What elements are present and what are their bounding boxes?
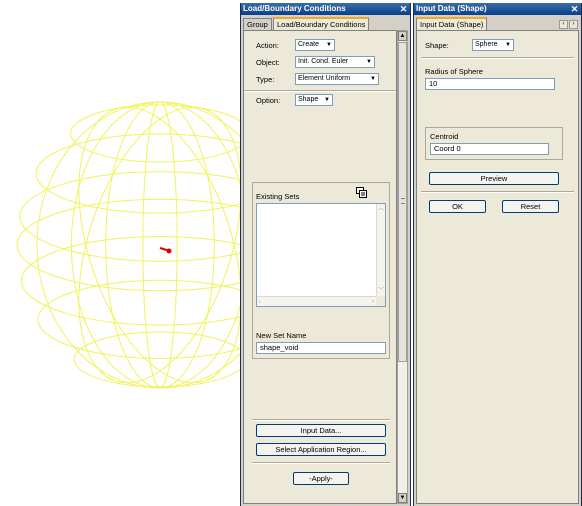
reset-button[interactable]: Reset (502, 200, 559, 213)
centroid-label: Centroid (430, 132, 459, 141)
shape-label: Shape: (425, 41, 449, 50)
chevron-down-icon: ▼ (370, 76, 376, 82)
lbc-titlebar: Load/Boundary Conditions ✕ (241, 3, 410, 15)
object-select[interactable]: Init. Cond. Euler ▼ (295, 56, 375, 68)
chevron-down-icon: ▼ (366, 59, 372, 65)
preview-button[interactable]: Preview (429, 172, 559, 185)
type-select[interactable]: Element Uniform ▼ (295, 73, 379, 85)
scroll-left-icon[interactable]: ‹ (259, 298, 261, 306)
chevron-down-icon: ▼ (324, 97, 330, 103)
filter-icon[interactable] (356, 187, 367, 198)
tab-input-data-shape[interactable]: Input Data (Shape) (416, 17, 488, 30)
scroll-thumb[interactable] (398, 42, 407, 362)
wireframe-line (35, 133, 240, 214)
list-horizontal-scrollbar[interactable]: ‹ › (257, 296, 376, 306)
chevron-down-icon: ▼ (326, 42, 332, 48)
close-icon[interactable]: ✕ (570, 3, 579, 15)
input-data-shape-panel: Input Data (Shape) ✕ Input Data (Shape) … (413, 3, 582, 506)
type-label: Type: (256, 75, 275, 84)
action-label: Action: (256, 41, 279, 50)
shape-title: Input Data (Shape) (416, 4, 487, 13)
list-vertical-scrollbar[interactable]: ︿ ﹀ (376, 204, 385, 296)
action-value: Create (298, 41, 320, 48)
shape-titlebar: Input Data (Shape) ✕ (414, 3, 581, 15)
lbc-scrollbar[interactable]: ▲ ▼ (397, 30, 408, 504)
lbc-tabbar: Group Load/Boundary Conditions (243, 17, 408, 30)
shape-tabbar: Input Data (Shape) (416, 17, 579, 30)
divider (421, 57, 574, 59)
scroll-up-icon[interactable]: ︿ (378, 205, 384, 213)
shape-select[interactable]: Sphere ▼ (472, 39, 514, 51)
scroll-down-icon[interactable]: ﹀ (378, 287, 384, 295)
wireframe-line (19, 171, 240, 262)
scroll-corner (376, 296, 385, 306)
chevron-down-icon: ▼ (505, 42, 511, 48)
existing-sets-list[interactable]: ︿ ﹀ ‹ › (256, 203, 386, 307)
centroid-field[interactable]: Coord 0 (430, 143, 549, 155)
wireframe-line (142, 101, 178, 389)
shape-value: Sphere (475, 41, 498, 48)
wireframe-line (21, 235, 240, 326)
object-value: Init. Cond. Euler (298, 58, 349, 65)
ok-button[interactable]: OK (429, 200, 486, 213)
wireframe-line (73, 331, 240, 388)
tab-group[interactable]: Group (243, 18, 272, 30)
wireframe-line (16, 198, 240, 292)
select-application-region-button[interactable]: Select Application Region... (256, 443, 386, 456)
tab-scroll-right-icon[interactable]: › (569, 20, 578, 29)
apply-button[interactable]: -Apply- (293, 472, 349, 485)
divider (252, 462, 390, 464)
tab-scroll-left-icon[interactable]: ‹ (559, 20, 568, 29)
wireframe-line (105, 101, 215, 389)
option-label: Option: (256, 96, 281, 105)
scroll-up-icon[interactable]: ▲ (398, 31, 407, 41)
sphere-wireframe (16, 101, 240, 389)
shape-form: Shape: Sphere ▼ Radius of Sphere 10 Cent… (416, 30, 579, 504)
close-icon[interactable]: ✕ (399, 3, 408, 15)
input-data-button[interactable]: Input Data... (256, 424, 386, 437)
existing-sets-label: Existing Sets (256, 192, 300, 201)
new-set-name-label: New Set Name (256, 331, 307, 340)
radius-label: Radius of Sphere (425, 67, 483, 76)
radius-field[interactable]: 10 (425, 78, 555, 90)
object-label: Object: (256, 58, 280, 67)
lbc-title: Load/Boundary Conditions (243, 4, 346, 13)
origin-marker (159, 247, 172, 254)
tab-load-boundary-conditions[interactable]: Load/Boundary Conditions (273, 17, 370, 30)
scroll-right-icon[interactable]: › (372, 298, 374, 306)
divider (421, 191, 574, 193)
divider (252, 419, 390, 421)
option-select[interactable]: Shape ▼ (295, 94, 333, 106)
type-value: Element Uniform (298, 75, 351, 82)
divider (244, 90, 396, 92)
scroll-down-icon[interactable]: ▼ (398, 493, 407, 503)
wireframe-line (37, 279, 240, 359)
model-viewport[interactable] (0, 0, 240, 506)
option-value: Shape (298, 96, 319, 103)
new-set-name-field[interactable]: shape_void (256, 342, 386, 354)
lbc-form: Action: Create ▼ Object: Init. Cond. Eul… (243, 30, 397, 504)
action-select[interactable]: Create ▼ (295, 39, 335, 51)
load-boundary-conditions-panel: Load/Boundary Conditions ✕ Group Load/Bo… (240, 3, 411, 506)
